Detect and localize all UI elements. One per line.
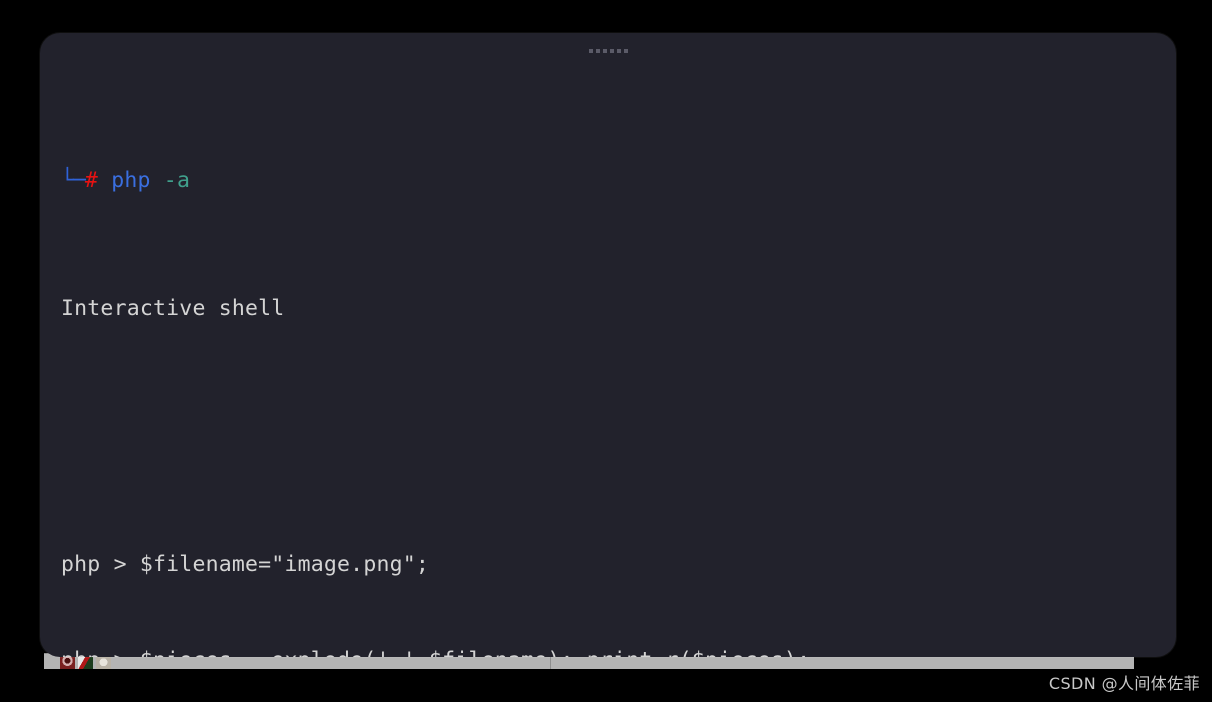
drag-handle-dot: [623, 49, 628, 53]
drag-handle-dot: [602, 49, 607, 53]
terminal-line-explode-print: php > $pieces = explode('.',$filename); …: [61, 645, 1164, 657]
terminal-window[interactable]: └─# php -a Interactive shell php > $file…: [40, 33, 1176, 657]
prompt-corner-glyph: └─: [61, 168, 86, 193]
terminal-line-prompt-command: └─# php -a: [61, 165, 1164, 197]
csdn-watermark: CSDN @人间体佐菲: [1048, 674, 1200, 693]
command-name: php: [111, 168, 151, 193]
terminal-line-interactive-shell: Interactive shell: [61, 296, 285, 321]
window-drag-handle[interactable]: [40, 49, 1176, 53]
command-space: [151, 168, 164, 193]
terminal-output-area[interactable]: └─# php -a Interactive shell php > $file…: [61, 69, 1164, 657]
command-arg: -a: [163, 168, 191, 193]
terminal-line-filename-assign: php > $filename="image.png";: [61, 552, 430, 577]
drag-handle-dot: [609, 49, 614, 53]
prompt-root-glyph: #: [84, 168, 99, 193]
drag-handle-dot: [616, 49, 621, 53]
drag-handle-dot: [588, 49, 593, 53]
drag-handle-dot: [595, 49, 600, 53]
